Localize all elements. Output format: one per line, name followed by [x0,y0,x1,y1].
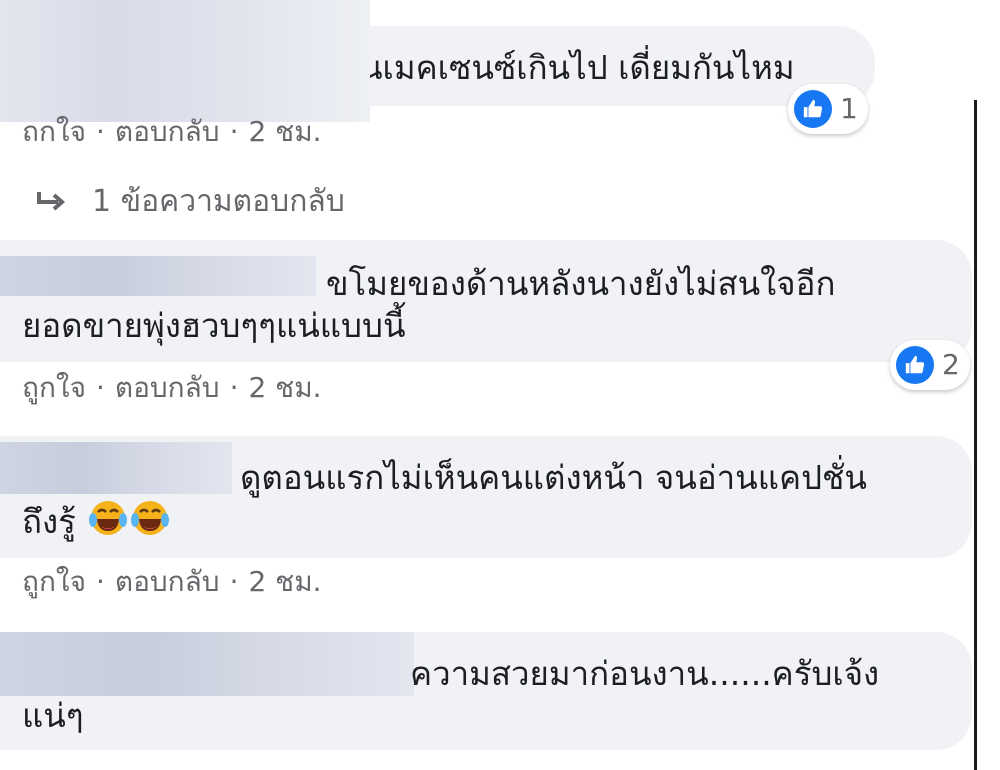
reply-link[interactable]: ตอบกลับ [115,371,220,404]
like-link[interactable]: ถูกใจ [22,115,86,142]
comment-text-line-1: ขโมยของด้านหลังนางยังไม่สนใจอีก [326,264,836,303]
comment-actions: ถูกใจ · ตอบกลับ · 2 ชม. [22,564,322,600]
reply-arrow-icon [36,183,66,223]
comment-timestamp[interactable]: 2 ชม. [248,371,321,404]
laughing-crying-emoji-icon [88,498,128,549]
like-link[interactable]: ถูกใจ [22,371,86,404]
comment-text-line-1: ความสวยมาก่อนงาน......ครับเจ้ง [410,654,880,693]
redacted-commenter-name [0,256,316,296]
comment-text-line-2: ยอดขายพุ่งฮวบๆๆแน่แบบนี้ [22,306,406,345]
reaction-count: 2 [942,348,960,381]
redacted-commenter-name [0,442,232,494]
comment-text-line-2: แน่ๆ [22,696,84,735]
comment-actions: ถูกใจ · ตอบกลับ · 2 ชม. [22,114,322,142]
view-replies-link[interactable]: 1 ข้อความตอบกลับ [36,182,345,223]
separator-dot: · [229,115,239,142]
comment-text: ถึงรู้ [22,502,76,541]
laughing-crying-emoji-icon [130,498,170,549]
comment-actions: ถูกใจ · ตอบกลับ · 2 ชม. [22,370,322,406]
like-link[interactable]: ถูกใจ [22,565,86,598]
separator-dot: · [95,115,105,142]
reaction-badge[interactable]: 1 [788,84,868,134]
separator-dot: · [95,565,105,598]
thumbs-up-icon [794,90,832,128]
comment-timestamp[interactable]: 2 ชม. [248,565,321,598]
comment-text-line-1: ันเมคเซนซ์เกินไป เดี่ยมกันไหม [360,48,795,87]
reply-link[interactable]: ตอบกลับ [115,565,220,598]
reaction-badge[interactable]: 2 [890,340,970,390]
scroll-edge-line [974,100,977,770]
reaction-count: 1 [840,92,858,125]
separator-dot: · [229,371,239,404]
comment-text-line-1: ดูตอนแรกไม่เห็นคนแต่งหน้า จนอ่านแคปชั่น [240,458,867,497]
redacted-commenter-name [0,0,370,122]
comment-text-line-2: ถึงรู้ [22,498,170,549]
replies-count-label: 1 ข้อความตอบกลับ [92,184,345,219]
reply-link[interactable]: ตอบกลับ [115,115,220,142]
comment-timestamp[interactable]: 2 ชม. [248,115,321,142]
thumbs-up-icon [896,346,934,384]
separator-dot: · [229,565,239,598]
separator-dot: · [95,371,105,404]
redacted-commenter-name [0,632,414,696]
